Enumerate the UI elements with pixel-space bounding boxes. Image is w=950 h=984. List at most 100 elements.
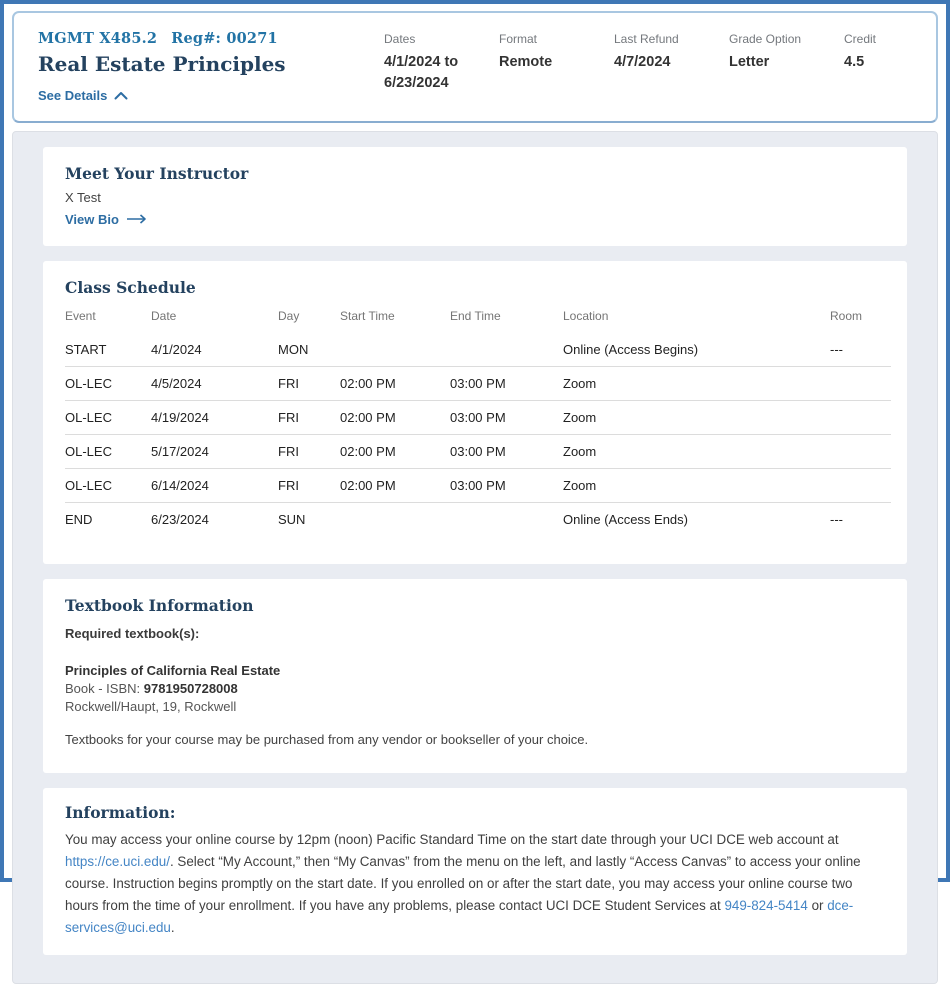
cell-date: 4/1/2024 [151,342,202,357]
cell-date: 4/5/2024 [151,366,278,401]
instructor-card: Meet Your Instructor X Test View Bio [43,147,907,246]
cell-end-time: 03:00 PM [450,366,563,401]
cell-event: OL-LEC [65,434,151,469]
cell-end-time: 03:00 PM [450,434,563,469]
textbook-author-line: Rockwell/Haupt, 19, Rockwell [65,699,237,714]
course-details-panel: Meet Your Instructor X Test View Bio Cla… [12,131,938,984]
cell-location: Online (Access Ends) [563,502,830,536]
cell-start-time [340,333,450,367]
cell-start-time: 02:00 PM [340,434,450,469]
course-identity: MGMT X485.2 Reg#: 00271 Real Estate Princ… [38,30,384,107]
phone-link[interactable]: 949-824-5414 [724,898,807,913]
info-text-segment: You may access your online course by 12p… [65,832,839,847]
course-meta: Dates 4/1/2024 to 6/23/2024 Format Remot… [384,30,934,107]
meta-format: Format Remote [499,32,614,107]
ce-uci-edu-link[interactable]: https://ce.uci.edu/ [65,854,170,869]
cell-room: --- [830,342,843,357]
cell-date: 6/14/2024 [151,468,278,503]
meta-label: Last Refund [614,32,679,46]
cell-day: FRI [278,400,340,435]
textbook-isbn-line: Book - ISBN: 9781950728008 [65,680,885,698]
cell-room [830,468,891,503]
information-card: Information: You may access your online … [43,788,907,955]
column-header-location: Location [563,309,609,323]
cell-date: 5/17/2024 [151,434,278,469]
meta-last-refund: Last Refund 4/7/2024 [614,32,729,107]
view-bio-label: View Bio [65,212,119,227]
cell-room [830,366,891,401]
cell-room [830,434,891,469]
column-header-start-time: Start Time [340,309,395,323]
class-schedule-table: Event Date Day Start Time End Time Locat… [65,309,891,536]
class-schedule-card: Class Schedule Event Date Day Start Time… [43,261,907,564]
view-bio-link[interactable]: View Bio [65,212,147,227]
meta-label: Credit [844,32,877,46]
cell-location: Zoom [563,468,830,503]
course-code: MGMT X485.2 [38,30,158,47]
cell-event: OL-LEC [65,400,151,435]
table-row: START 4/1/2024 MON Online (Access Begins… [65,333,891,367]
meta-value: Letter [729,54,770,70]
isbn-value: 9781950728008 [143,681,238,696]
column-header-date: Date [151,309,177,323]
registration-number: Reg#: 00271 [171,30,278,47]
cell-start-time: 02:00 PM [340,400,450,435]
cell-end-time [450,502,563,536]
cell-event: OL-LEC [65,468,151,503]
instructor-name: X Test [65,190,101,205]
cell-location: Zoom [563,366,830,401]
cell-location: Zoom [563,434,830,469]
info-text-segment: . [170,920,175,935]
meta-value: Remote [499,54,553,70]
cell-event: END [65,502,151,536]
cell-date: 6/23/2024 [151,502,278,536]
table-header-row: Event Date Day Start Time End Time Locat… [65,309,891,333]
table-row: OL-LEC 4/5/2024 FRI 02:00 PM 03:00 PM Zo… [65,366,891,401]
textbook-card: Textbook Information Required textbook(s… [43,579,907,773]
cell-start-time: 02:00 PM [340,468,450,503]
course-title: Real Estate Principles [38,52,286,76]
required-textbooks-label: Required textbook(s): [65,626,200,641]
meta-credit: Credit 4.5 [844,32,934,107]
cell-end-time [450,333,563,367]
information-heading: Information: [65,803,176,822]
table-row: OL-LEC 5/17/2024 FRI 02:00 PM 03:00 PM Z… [65,434,891,469]
see-details-label: See Details [38,88,108,103]
column-header-event: Event [65,309,96,323]
cell-day: FRI [278,468,340,503]
cell-day: FRI [278,434,340,469]
see-details-button[interactable]: See Details [38,88,128,103]
cell-end-time: 03:00 PM [450,468,563,503]
table-row: END 6/23/2024 SUN Online (Access Ends) -… [65,502,891,536]
meta-value: 4/1/2024 to 6/23/2024 [384,54,459,92]
textbook-title: Principles of California Real Estate [65,663,281,678]
cell-room: --- [830,502,891,536]
chevron-up-icon [114,88,128,103]
cell-day: SUN [278,502,340,536]
cell-end-time: 03:00 PM [450,400,563,435]
textbook-entry: Principles of California Real Estate Boo… [65,662,885,716]
cell-date: 4/19/2024 [151,400,278,435]
meta-label: Format [499,32,538,46]
meta-value: 4.5 [844,54,865,70]
table-row: OL-LEC 4/19/2024 FRI 02:00 PM 03:00 PM Z… [65,400,891,435]
cell-room [830,400,891,435]
meta-label: Grade Option [729,32,802,46]
class-schedule-heading: Class Schedule [65,278,196,297]
cell-start-time [340,502,450,536]
cell-start-time: 02:00 PM [340,366,450,401]
textbook-purchase-note: Textbooks for your course may be purchas… [65,732,589,747]
information-paragraph: You may access your online course by 12p… [65,829,885,939]
cell-day: MON [278,342,309,357]
isbn-label: Book - ISBN: [65,681,144,696]
textbook-heading: Textbook Information [65,596,254,615]
meta-label: Dates [384,32,416,46]
course-code-line: MGMT X485.2 Reg#: 00271 [38,30,384,47]
cell-event: OL-LEC [65,366,151,401]
meta-grade-option: Grade Option Letter [729,32,844,107]
meta-value: 4/7/2024 [614,54,671,70]
info-text-segment: or [807,898,828,913]
table-row: OL-LEC 6/14/2024 FRI 02:00 PM 03:00 PM Z… [65,468,891,503]
course-summary-card: MGMT X485.2 Reg#: 00271 Real Estate Princ… [12,11,938,123]
column-header-day: Day [278,309,300,323]
